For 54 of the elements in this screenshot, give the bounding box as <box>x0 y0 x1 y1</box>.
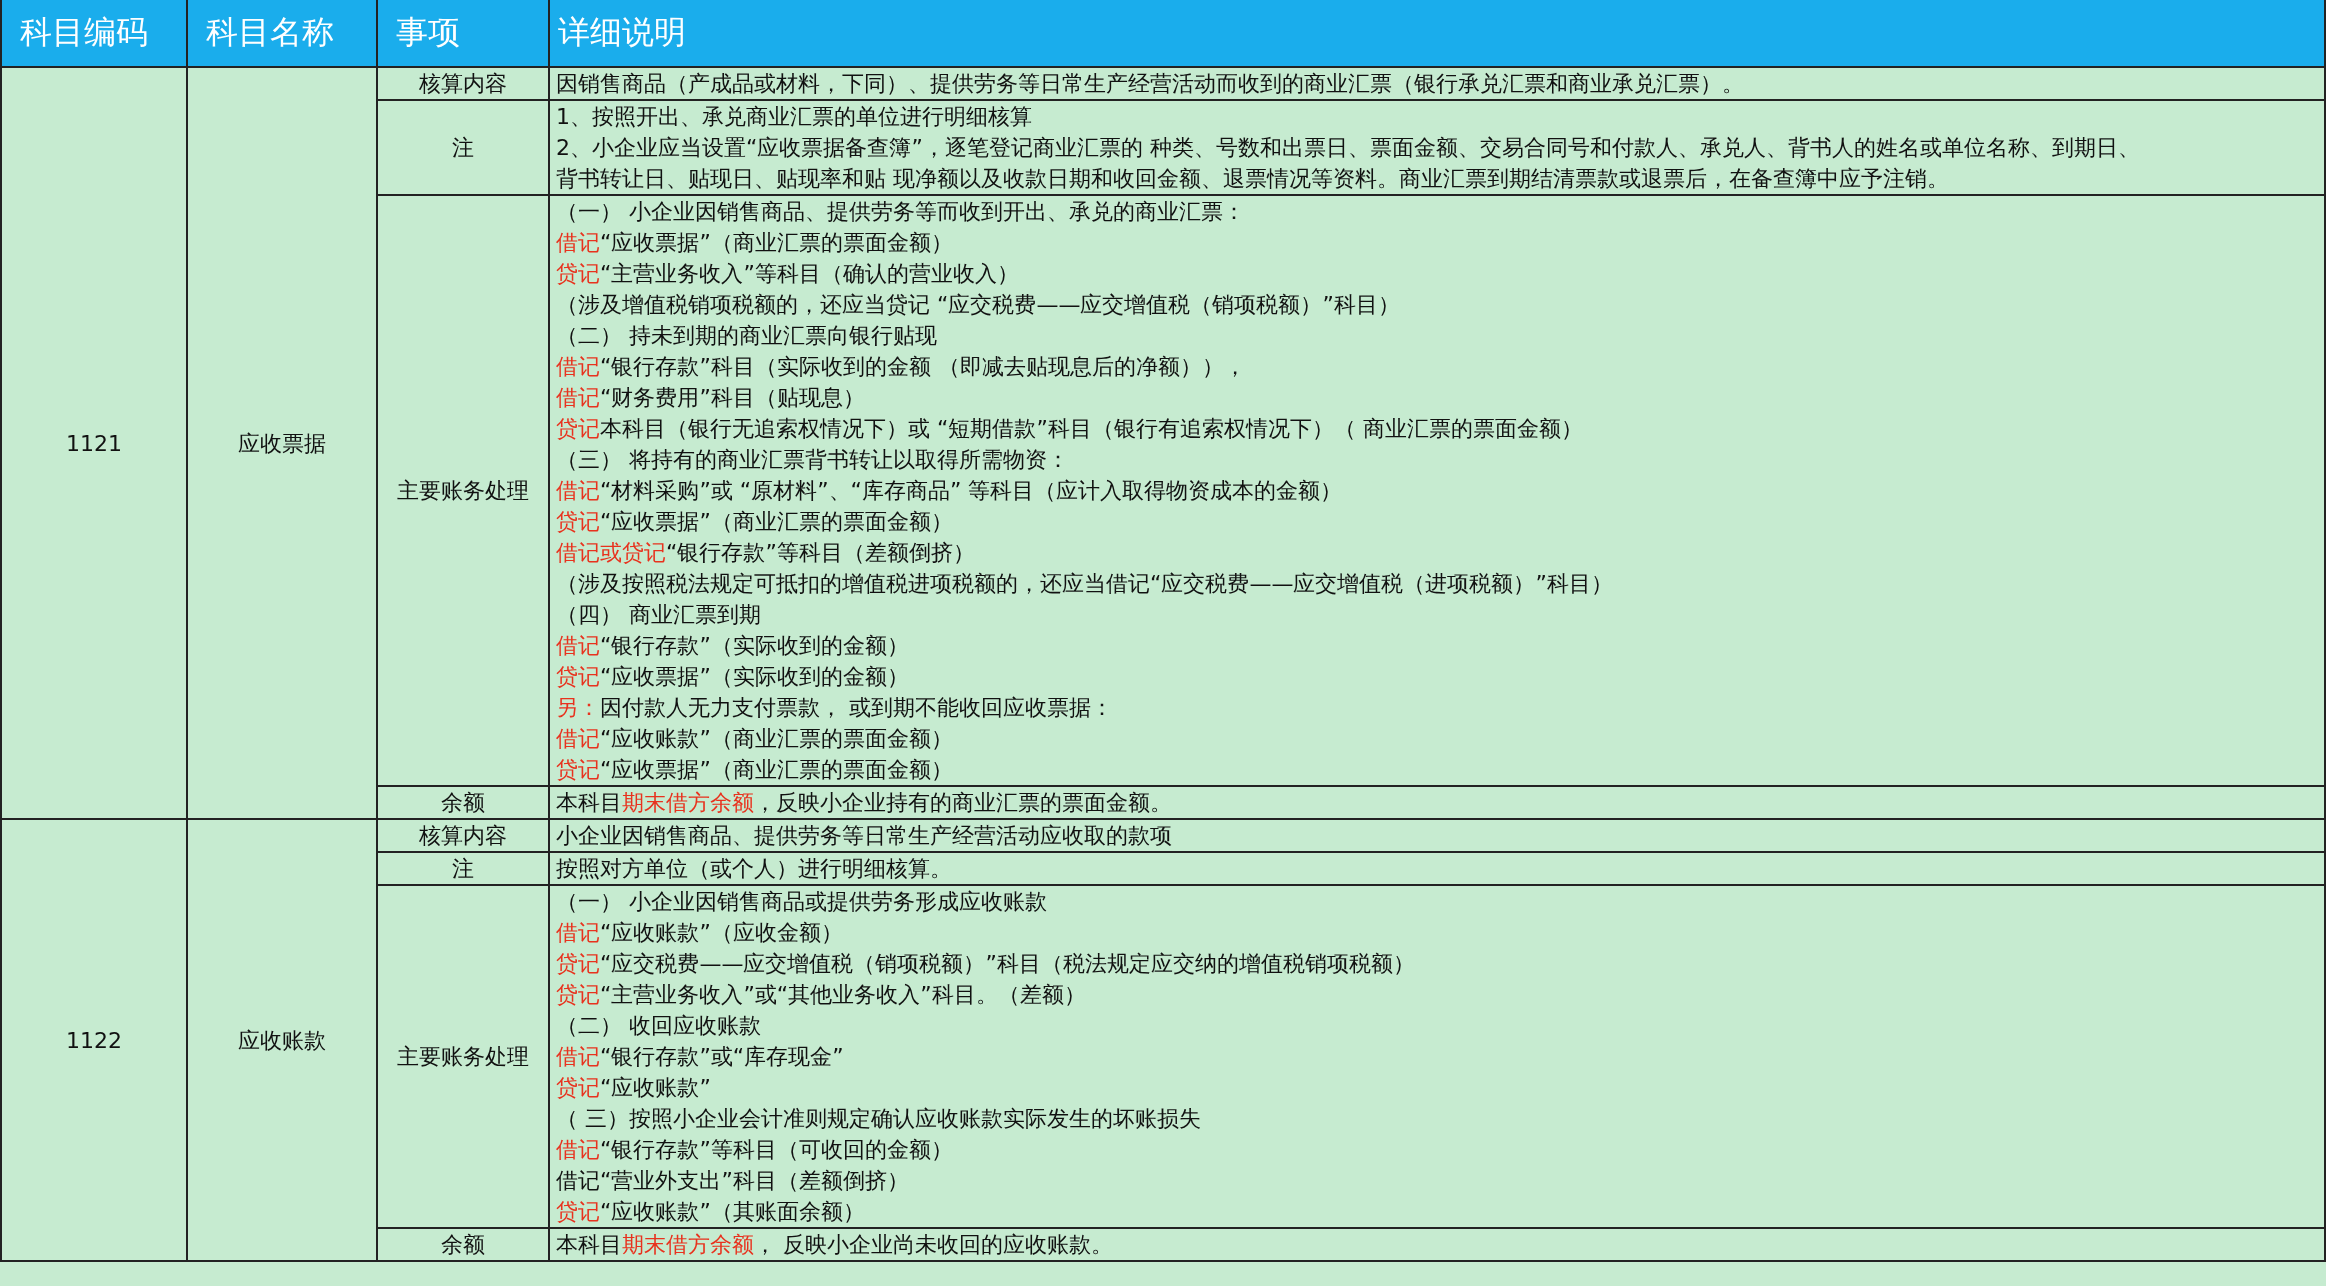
account-code-cell: 1122 <box>2 820 188 1262</box>
detail-line: 按照对方单位（或个人）进行明细核算。 <box>555 855 952 883</box>
detail-line: 借记“银行存款”等科目（可收回的金额） <box>555 1136 953 1164</box>
detail-line: （二） 持未到期的商业汇票向银行贴现 <box>555 322 937 350</box>
item-cell: 余额 <box>378 1229 550 1262</box>
account-name-cell: 应收票据 <box>188 68 378 820</box>
detail-line: 贷记“应收票据”（商业汇票的票面金额） <box>555 756 953 784</box>
item-cell: 主要账务处理 <box>378 886 550 1229</box>
detail-line: 贷记“主营业务收入”等科目（确认的营业收入） <box>555 260 1019 288</box>
detail-line: （一） 小企业因销售商品、提供劳务等而收到开出、承兑的商业汇票： <box>555 198 1245 226</box>
item-cell: 主要账务处理 <box>378 196 550 787</box>
column-header: 事项 <box>378 0 550 68</box>
detail-line: 另：因付款人无力支付票款， 或到期不能收回应收票据： <box>555 694 1113 722</box>
detail-line: 借记“材料采购”或 “原材料”、“库存商品” 等科目（应计入取得物资成本的金额） <box>555 477 1343 505</box>
detail-line: 贷记“应收票据”（实际收到的金额） <box>555 663 909 691</box>
item-cell: 核算内容 <box>378 820 550 853</box>
detail-line: （涉及按照税法规定可抵扣的增值税进项税额的，还应当借记“应交税费——应交增值税（进项税额）”科目） <box>555 570 1613 598</box>
detail-line: 贷记“应收账款” <box>555 1074 711 1102</box>
detail-line: 本科目期末借方余额， 反映小企业尚未收回的应收账款。 <box>555 1231 1113 1259</box>
detail-line: 借记“银行存款”科目（实际收到的金额 （即减去贴现息后的净额））， <box>555 353 1246 381</box>
item-cell: 注 <box>378 101 550 196</box>
item-cell: 注 <box>378 853 550 886</box>
item-cell: 核算内容 <box>378 68 550 101</box>
detail-line: （ 三）按照小企业会计准则规定确认应收账款实际发生的坏账损失 <box>555 1105 1201 1133</box>
detail-line: （四） 商业汇票到期 <box>555 601 761 629</box>
item-cell: 余额 <box>378 787 550 820</box>
detail-line: 贷记“应交税费——应交增值税（销项税额）”科目（税法规定应交纳的增值税销项税额） <box>555 950 1415 978</box>
detail-line: （一） 小企业因销售商品或提供劳务形成应收账款 <box>555 888 1047 916</box>
detail-line: 借记“应收账款”（应收金额） <box>555 919 843 947</box>
detail-line: 借记或贷记“银行存款”等科目（差额倒挤） <box>555 539 975 567</box>
detail-line: 2、小企业应当设置“应收票据备查簿”，逐笔登记商业汇票的 种类、号数和出票日、票面金额、交易合同号和付款人、承兑人、背书人的姓名或单位名称、到期日、 <box>555 134 2140 162</box>
column-header: 科目名称 <box>188 0 378 68</box>
detail-line: 贷记本科目（银行无追索权情况下）或 “短期借款”科目（银行有追索权情况下）（ 商业汇票的票面金额） <box>555 415 1583 443</box>
detail-line: （二） 收回应收账款 <box>555 1012 761 1040</box>
detail-line: 借记“营业外支出”科目（差额倒挤） <box>555 1167 909 1195</box>
detail-line: 贷记“应收票据”（商业汇票的票面金额） <box>555 508 953 536</box>
detail-line: 因销售商品（产成品或材料，下同）、提供劳务等日常生产经营活动而收到的商业汇票（银行承兑汇票和商业承兑汇票）。 <box>555 70 1744 98</box>
account-name-cell: 应收账款 <box>188 820 378 1262</box>
detail-line: 背书转让日、贴现日、贴现率和贴 现净额以及收款日期和收回金额、退票情况等资料。商业汇票到期结清票款或退票后，在备查簿中应予注销。 <box>555 165 1949 193</box>
detail-line: 借记“财务费用”科目（贴现息） <box>555 384 865 412</box>
detail-line: 1、按照开出、承兑商业汇票的单位进行明细核算 <box>555 103 1032 131</box>
detail-line: 借记“银行存款”（实际收到的金额） <box>555 632 909 660</box>
account-code-cell: 1121 <box>2 68 188 820</box>
detail-line: （三） 将持有的商业汇票背书转让以取得所需物资： <box>555 446 1069 474</box>
detail-line: 借记“应收票据”（商业汇票的票面金额） <box>555 229 953 257</box>
column-header: 科目编码 <box>2 0 188 68</box>
column-header: 详细说明 <box>550 0 2326 68</box>
detail-line: 借记“应收账款”（商业汇票的票面金额） <box>555 725 953 753</box>
detail-line: 本科目期末借方余额，反映小企业持有的商业汇票的票面金额。 <box>555 789 1172 817</box>
detail-line: 贷记“应收账款”（其账面余额） <box>555 1198 865 1226</box>
detail-line: 贷记“主营业务收入”或“其他业务收入”科目。（差额） <box>555 981 1086 1009</box>
detail-line: （涉及增值税销项税额的，还应当贷记 “应交税费——应交增值税（销项税额）”科目） <box>555 291 1400 319</box>
detail-line: 小企业因销售商品、提供劳务等日常生产经营活动应收取的款项 <box>555 822 1172 850</box>
detail-line: 借记“银行存款”或“库存现金” <box>555 1043 844 1071</box>
